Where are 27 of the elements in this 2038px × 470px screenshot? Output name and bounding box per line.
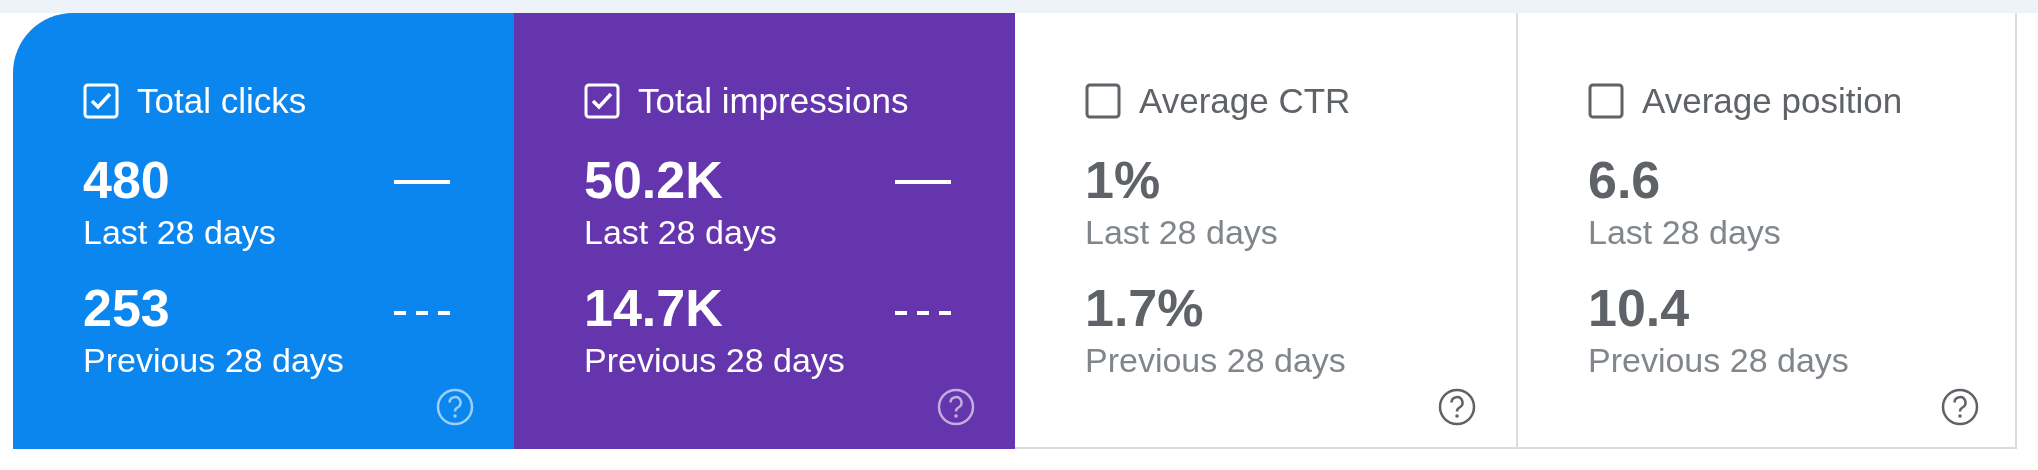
metric-card[interactable]: Average position 6.6 Last 28 days 10.4 Previous 28 days — [1516, 13, 2017, 449]
metric-value: 1.7% — [1085, 278, 1204, 339]
help-icon[interactable] — [1437, 387, 1477, 427]
period-label: Previous 28 days — [584, 340, 845, 381]
checkbox[interactable] — [1085, 83, 1121, 119]
period-label: Last 28 days — [1588, 212, 1781, 253]
dashed-line-icon — [394, 310, 450, 316]
period-label: Previous 28 days — [1085, 340, 1346, 381]
metric-title: Average position — [1642, 81, 1903, 121]
metric-value: 6.6 — [1588, 150, 1661, 211]
metric-title: Total clicks — [137, 81, 307, 121]
metric-value: 50.2K — [584, 150, 723, 211]
period-label: Last 28 days — [584, 212, 777, 253]
metric-value: 1% — [1085, 150, 1161, 211]
dashed-line-icon — [895, 310, 951, 316]
period-label: Previous 28 days — [1588, 340, 1849, 381]
metric-value: 10.4 — [1588, 278, 1690, 339]
metric-value: 253 — [83, 278, 170, 339]
period-label: Last 28 days — [1085, 212, 1278, 253]
metric-value: 14.7K — [584, 278, 723, 339]
help-icon[interactable] — [1940, 387, 1980, 427]
metric-title: Average CTR — [1139, 81, 1351, 121]
checkbox[interactable] — [1588, 83, 1624, 119]
period-label: Previous 28 days — [83, 340, 344, 381]
period-label: Last 28 days — [83, 212, 276, 253]
metric-title: Total impressions — [638, 81, 909, 121]
metric-value: 480 — [83, 150, 170, 211]
